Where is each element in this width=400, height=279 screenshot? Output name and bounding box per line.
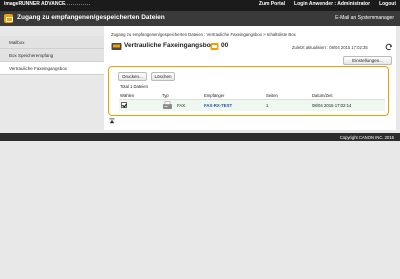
mailbox-icon [4,14,13,23]
refresh-icon[interactable] [385,43,393,51]
scroll-top-icon[interactable] [109,118,115,124]
top-bar: imageRUNNER ADVANCE Zum Portal Login Anw… [0,0,400,11]
row-datetime: 08/04 2015 17:02:14 [312,103,352,108]
main-panel: Zugang zu empfangenen/gespeicherten Date… [104,26,396,130]
fax-inbox-icon [111,43,122,50]
last-updated: Zuletzt aktualisiert : 08/04 2015 17:02:… [292,45,368,50]
top-links: Zum Portal Login Anwender : Administrato… [259,1,396,7]
row-type: FAX [177,103,186,108]
brand-name: imageRUNNER ADVANCE [4,1,66,7]
settings-button[interactable]: Einstellungen... [343,56,392,65]
total-files: Total 1 Dateien [120,84,148,89]
separator-icon [63,4,90,6]
sidebar-item-mailbox[interactable]: Mailbox [0,36,104,49]
sidebar-item-confidential-fax[interactable]: Vertrauliche Faxeingangsbox [0,62,104,75]
file-list-frame: Drucken... Löschen Total 1 Dateien Wähle… [108,66,389,116]
column-datetime: Datum/Zeit [312,93,333,98]
box-number: 00 [221,42,229,49]
row-pages: 1 [266,103,269,108]
portal-link[interactable]: Zum Portal [259,1,285,7]
row-checkbox[interactable] [121,102,127,108]
column-select: Wählen [120,93,135,98]
box-number-icon [210,43,219,50]
box-title: Vertrauliche Faxeingangsbox [124,42,215,49]
table-header: Wählen Typ Empfänger Seiten Datum/Zeit [119,92,385,100]
title-bar: Zugang zu empfangenen/gespeicherten Date… [0,11,400,26]
sidebar-item-memory-receive[interactable]: Box Speicherempfang [0,49,104,62]
row-sender-link[interactable]: FAX-RX-TEST [204,103,232,108]
mail-admin-link[interactable]: E-Mail an Systemmanager [335,15,394,21]
fax-document-icon [163,101,172,109]
delete-button[interactable]: Löschen [151,72,175,81]
box-header: Vertrauliche Faxeingangsbox 00 Zuletzt a… [111,40,393,54]
table-row: FAX FAX-RX-TEST 1 08/04 2015 17:02:14 [119,100,385,111]
breadcrumb: Zugang zu empfangenen/gespeicherten Date… [111,32,296,37]
sidebar: Mailbox Box Speicherempfang Vertrauliche… [0,36,104,268]
login-user-info: Login Anwender : Administrator [294,1,371,7]
column-sender: Empfänger [204,93,225,98]
footer: Copyright CANON INC. 2015 [0,133,400,141]
page-title: Zugang zu empfangenen/gespeicherten Date… [17,14,165,21]
print-button[interactable]: Drucken... [118,72,147,81]
column-type: Typ [162,93,169,98]
column-pages: Seiten [266,93,278,98]
copyright: Copyright CANON INC. 2015 [339,134,394,140]
logout-link[interactable]: Logout [379,1,396,7]
